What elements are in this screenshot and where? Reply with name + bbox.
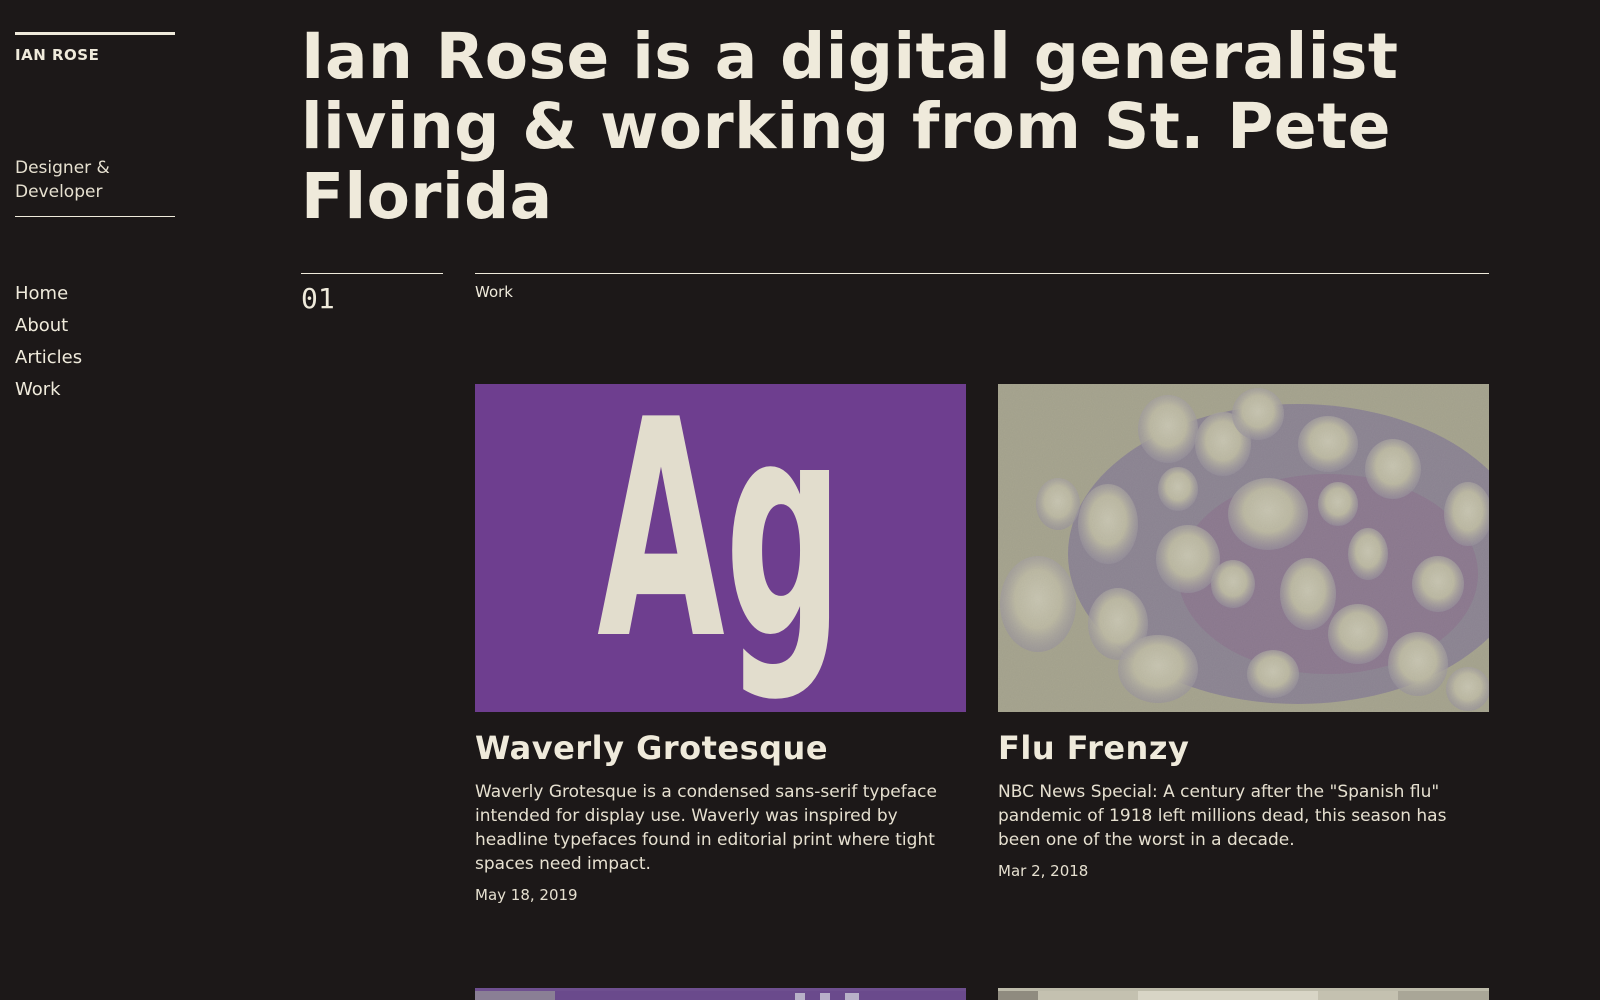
nav-item-about: About	[15, 315, 175, 347]
flu-virus-image	[998, 384, 1489, 712]
nav-item-articles: Articles	[15, 347, 175, 379]
sidebar: IAN ROSE Designer & Developer Home About…	[15, 32, 175, 411]
work-card-flu: Flu Frenzy NBC News Special: A century a…	[998, 384, 1489, 880]
card-date-waverly: May 18, 2019	[475, 886, 578, 904]
nav-link-work[interactable]: Work	[15, 379, 61, 400]
nav-link-home[interactable]: Home	[15, 283, 68, 304]
waverly-ag-glyphs: Ag	[597, 384, 843, 706]
work-card-4-image-partial[interactable]	[998, 988, 1489, 1000]
nav-item-home: Home	[15, 283, 175, 315]
nav-link-about[interactable]: About	[15, 315, 68, 336]
section-number-rule	[301, 273, 443, 274]
card-date-flu: Mar 2, 2018	[998, 862, 1089, 880]
waverly-image-link[interactable]: Ag	[475, 384, 966, 712]
card-description-flu: NBC News Special: A century after the "S…	[998, 782, 1447, 850]
card-description-waverly: Waverly Grotesque is a condensed sans-se…	[475, 782, 937, 874]
waverly-ag-image: Ag	[475, 384, 966, 712]
card-title-flu[interactable]: Flu Frenzy	[998, 730, 1489, 766]
work-card-waverly: Ag Waverly Grotesque Waverly Grotesque i…	[475, 384, 966, 904]
main-nav: Home About Articles Work	[15, 283, 175, 411]
flu-image-link[interactable]	[998, 384, 1489, 712]
card-4-image-strip	[998, 991, 1489, 1000]
card-title-waverly[interactable]: Waverly Grotesque	[475, 730, 966, 766]
section-label: Work	[475, 283, 513, 301]
brand-rule	[15, 32, 175, 35]
brand-logo-link[interactable]: IAN ROSE	[15, 46, 175, 64]
nav-link-articles[interactable]: Articles	[15, 347, 82, 368]
nav-item-work: Work	[15, 379, 175, 411]
card-3-image-strip	[475, 991, 966, 1000]
work-card-3-image-partial[interactable]	[475, 988, 966, 1000]
page: IAN ROSE Designer & Developer Home About…	[0, 0, 1600, 1000]
section-number: 01	[301, 282, 335, 315]
hero-headline: Ian Rose is a digital generalist living …	[301, 20, 1399, 233]
section-rule	[475, 273, 1489, 274]
role-text: Designer & Developer	[15, 158, 110, 202]
role-divider	[15, 216, 175, 217]
